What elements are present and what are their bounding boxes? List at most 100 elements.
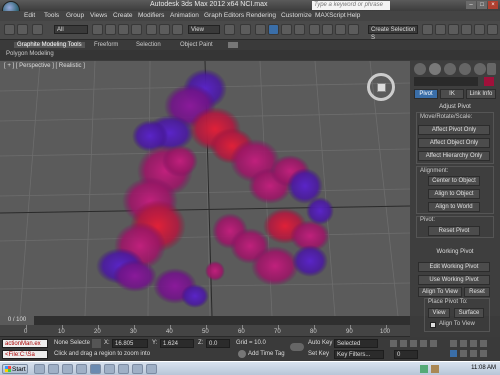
- selection-filter-dropdown[interactable]: All: [54, 25, 88, 34]
- align-to-view-checkbox[interactable]: [430, 322, 436, 328]
- z-coordinate-field[interactable]: 0.0: [206, 339, 230, 348]
- auto-key-button[interactable]: Auto Key: [308, 340, 332, 346]
- viewcube-icon[interactable]: [367, 73, 395, 101]
- y-coordinate-field[interactable]: 1.624: [160, 339, 194, 348]
- go-to-start-icon[interactable]: [390, 340, 397, 347]
- scale-icon[interactable]: [172, 24, 183, 35]
- object-color-swatch[interactable]: [484, 77, 494, 86]
- orbit-icon[interactable]: [470, 350, 477, 357]
- percent-snap-icon[interactable]: [281, 24, 292, 35]
- start-button[interactable]: Start: [2, 364, 28, 374]
- tab-pivot[interactable]: Pivot: [414, 89, 438, 99]
- modify-tab-icon[interactable]: [429, 63, 441, 75]
- link-icon[interactable]: [32, 24, 43, 35]
- current-frame-field[interactable]: 0: [394, 350, 418, 359]
- use-working-pivot-button[interactable]: Use Working Pivot: [418, 275, 490, 285]
- go-to-end-icon[interactable]: [430, 340, 437, 347]
- rectangular-selection-icon[interactable]: [118, 24, 129, 35]
- zoom-region-icon[interactable]: [450, 350, 457, 357]
- affect-pivot-only-button[interactable]: Affect Pivot Only: [418, 125, 490, 135]
- taskbar-app-icon[interactable]: [146, 364, 157, 374]
- mirror-icon[interactable]: [322, 24, 333, 35]
- rendered-frame-window-icon[interactable]: [474, 24, 485, 35]
- center-to-object-button[interactable]: Center to Object: [428, 176, 480, 186]
- menu-modifiers[interactable]: Modifiers: [138, 12, 164, 19]
- key-filters-button[interactable]: Key Filters...: [334, 350, 384, 359]
- track-bar[interactable]: 0 10 20 30 40 50 60 70 80 90 100: [0, 325, 410, 337]
- viewcube-face[interactable]: [377, 83, 386, 92]
- tray-network-icon[interactable]: [420, 365, 428, 373]
- menu-views[interactable]: Views: [90, 12, 107, 19]
- edit-named-selection-icon[interactable]: [309, 24, 320, 35]
- utilities-tab-icon[interactable]: [487, 63, 496, 75]
- tab-link-info[interactable]: Link Info: [466, 89, 496, 99]
- create-tab-icon[interactable]: [414, 63, 426, 75]
- rotate-icon[interactable]: [159, 24, 170, 35]
- affect-hierarchy-only-button[interactable]: Affect Hierarchy Only: [418, 151, 490, 161]
- zoom-extents-icon[interactable]: [470, 340, 477, 347]
- taskbar-app-icon[interactable]: [132, 364, 143, 374]
- window-crossing-icon[interactable]: [131, 24, 142, 35]
- pan-icon[interactable]: [460, 350, 467, 357]
- reset-working-pivot-button[interactable]: Reset: [464, 287, 490, 297]
- motion-tab-icon[interactable]: [459, 63, 471, 75]
- close-icon[interactable]: ×: [488, 1, 498, 9]
- viewport-label[interactable]: [ + ] [ Perspective ] [ Realistic ]: [4, 63, 85, 69]
- edit-working-pivot-button[interactable]: Edit Working Pivot: [418, 262, 490, 272]
- curve-editor-icon[interactable]: [422, 24, 433, 35]
- time-slider-knob[interactable]: 0 / 100: [0, 316, 34, 325]
- render-setup-icon[interactable]: [461, 24, 472, 35]
- ribbon-toggle-icon[interactable]: [228, 42, 238, 48]
- menu-tools[interactable]: Tools: [44, 12, 59, 19]
- tab-object-paint[interactable]: Object Paint: [180, 42, 213, 48]
- angle-snap-icon[interactable]: [268, 24, 279, 35]
- minimize-icon[interactable]: –: [466, 1, 476, 9]
- viewport-canvas[interactable]: [0, 61, 410, 316]
- zoom-extents-all-icon[interactable]: [480, 340, 487, 347]
- reference-coordinate-dropdown[interactable]: View: [188, 25, 220, 34]
- search-input[interactable]: Type a keyword or phrase: [312, 1, 390, 10]
- align-to-view-button[interactable]: Align To View: [418, 287, 462, 297]
- hierarchy-tab-icon[interactable]: [444, 63, 456, 75]
- taskbar-app-icon[interactable]: [76, 364, 87, 374]
- place-pivot-view-button[interactable]: View: [428, 308, 450, 318]
- tab-graphite-modeling-tools[interactable]: Graphite Modeling Tools: [14, 42, 85, 48]
- object-name-field[interactable]: [414, 77, 478, 86]
- add-time-tag-button[interactable]: Add Time Tag: [248, 351, 285, 357]
- play-icon[interactable]: [410, 340, 417, 347]
- snaps-toggle-icon[interactable]: [255, 24, 266, 35]
- select-by-name-icon[interactable]: [105, 24, 116, 35]
- taskbar-app-icon[interactable]: [104, 364, 115, 374]
- menu-maxscript[interactable]: MAXScript: [315, 12, 346, 19]
- align-to-world-button[interactable]: Align to World: [428, 202, 480, 212]
- menu-rendering[interactable]: Rendering: [246, 12, 276, 19]
- render-production-icon[interactable]: [487, 24, 498, 35]
- tab-freeform[interactable]: Freeform: [94, 42, 118, 48]
- set-key-button[interactable]: Set Key: [308, 351, 329, 357]
- spinner-snap-icon[interactable]: [294, 24, 305, 35]
- pivot-point-icon[interactable]: [224, 24, 235, 35]
- menu-animation[interactable]: Animation: [170, 12, 199, 19]
- maxscript-listener-top[interactable]: actionMan.ex: [2, 339, 48, 348]
- reset-pivot-button[interactable]: Reset Pivot: [428, 226, 480, 236]
- taskbar-app-icon[interactable]: [118, 364, 129, 374]
- display-tab-icon[interactable]: [474, 63, 486, 75]
- undo-icon[interactable]: [4, 24, 15, 35]
- maxscript-listener-bottom[interactable]: <File:C:\Sa: [2, 350, 48, 359]
- tab-ik[interactable]: IK: [440, 89, 464, 99]
- menu-edit[interactable]: Edit: [24, 12, 35, 19]
- menu-customize[interactable]: Customize: [281, 12, 312, 19]
- adjust-pivot-header[interactable]: Adjust Pivot: [414, 103, 496, 112]
- menu-help[interactable]: Help: [347, 12, 360, 19]
- layer-manager-icon[interactable]: [348, 24, 359, 35]
- menu-group[interactable]: Group: [66, 12, 84, 19]
- next-frame-icon[interactable]: [420, 340, 427, 347]
- taskbar-media-icon[interactable]: [62, 364, 73, 374]
- maximize-viewport-icon[interactable]: [480, 350, 487, 357]
- select-manipulate-icon[interactable]: [240, 24, 251, 35]
- working-pivot-header[interactable]: Working Pivot: [414, 248, 496, 257]
- redo-icon[interactable]: [17, 24, 28, 35]
- schematic-view-icon[interactable]: [435, 24, 446, 35]
- zoom-icon[interactable]: [450, 340, 457, 347]
- place-pivot-surface-button[interactable]: Surface: [454, 308, 484, 318]
